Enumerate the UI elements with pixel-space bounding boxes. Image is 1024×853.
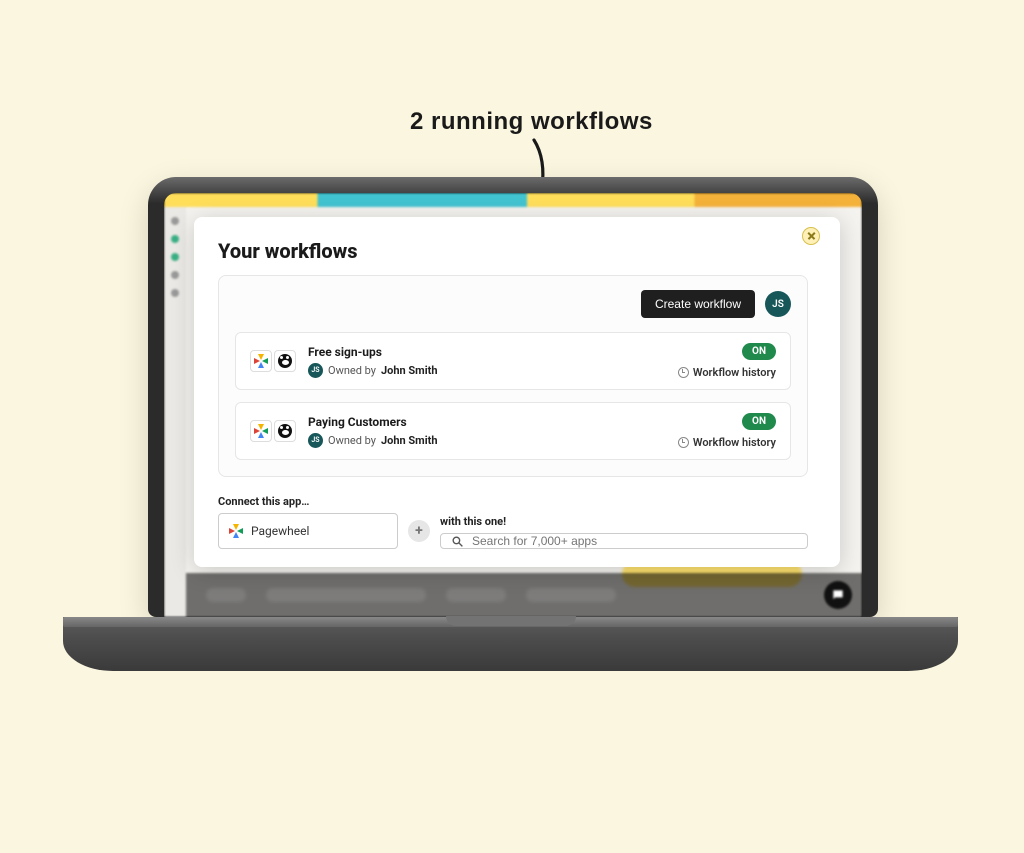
laptop-frame: Your workflows Create workflow JS (148, 177, 878, 617)
owner-prefix: Owned by (328, 364, 376, 377)
plus-icon: + (408, 520, 430, 542)
create-workflow-button[interactable]: Create workflow (641, 290, 755, 318)
owner-name: John Smith (381, 434, 438, 447)
workflow-status-badge[interactable]: ON (742, 343, 776, 360)
workflows-modal: Your workflows Create workflow JS (194, 217, 840, 567)
owner-avatar: JS (308, 363, 323, 378)
mailchimp-icon (274, 420, 296, 442)
app-footer-blur (186, 573, 862, 617)
owner-avatar: JS (308, 433, 323, 448)
annotation-label: 2 running workflows (410, 108, 653, 136)
user-avatar[interactable]: JS (765, 291, 791, 317)
clock-icon (678, 437, 689, 448)
workflow-history-label: Workflow history (693, 436, 776, 449)
laptop-base (63, 617, 958, 671)
laptop-screen: Your workflows Create workflow JS (164, 193, 862, 617)
workflow-title: Free sign-ups (308, 345, 666, 359)
workflow-card[interactable]: Paying Customers JS Owned by John Smith … (235, 402, 791, 460)
app-search-input[interactable] (472, 534, 797, 548)
workflow-title: Paying Customers (308, 415, 666, 429)
workflow-owner: JS Owned by John Smith (308, 363, 666, 378)
connect-left-label: Connect this app… (218, 495, 398, 508)
workflows-panel: Create workflow JS (218, 275, 808, 477)
help-button[interactable] (824, 581, 852, 609)
clock-icon (678, 367, 689, 378)
connect-apps-row: Connect this app… Pagewheel + with this … (218, 495, 808, 549)
pagewheel-icon (250, 420, 272, 442)
close-button[interactable] (802, 227, 820, 245)
mailchimp-icon (274, 350, 296, 372)
workflow-card[interactable]: Free sign-ups JS Owned by John Smith ON (235, 332, 791, 390)
laptop-notch (446, 616, 576, 626)
panel-header: Create workflow JS (235, 290, 791, 318)
connect-app-select[interactable]: Pagewheel (218, 513, 398, 549)
workflow-status-badge[interactable]: ON (742, 413, 776, 430)
owner-name: John Smith (381, 364, 438, 377)
workflow-owner: JS Owned by John Smith (308, 433, 666, 448)
workflow-history-link[interactable]: Workflow history (678, 366, 776, 379)
workflow-history-link[interactable]: Workflow history (678, 436, 776, 449)
app-sidebar-blur (164, 207, 186, 617)
pagewheel-icon (250, 350, 272, 372)
owner-prefix: Owned by (328, 434, 376, 447)
pagewheel-icon (229, 524, 243, 538)
search-icon (451, 535, 464, 548)
connect-app-name: Pagewheel (251, 524, 309, 538)
modal-title: Your workflows (218, 239, 808, 263)
chat-icon (831, 588, 845, 602)
workflow-app-icons (250, 350, 296, 372)
connect-right-label: with this one! (440, 515, 808, 528)
app-tabbar-blur (164, 193, 862, 207)
app-search-box[interactable] (440, 533, 808, 549)
workflow-history-label: Workflow history (693, 366, 776, 379)
workflow-app-icons (250, 420, 296, 442)
